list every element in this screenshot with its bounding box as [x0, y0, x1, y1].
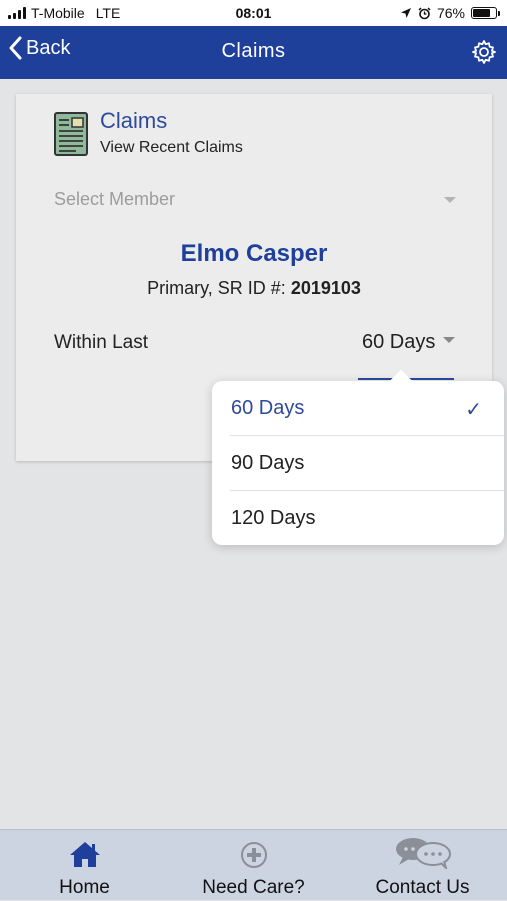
battery-percent: 76% [436, 5, 465, 21]
home-icon [69, 842, 100, 867]
days-select-value: 60 Days [362, 331, 436, 353]
gear-icon [472, 40, 496, 64]
member-select-placeholder: Select Member [54, 189, 176, 209]
tab-need-care[interactable]: Need Care? [169, 830, 338, 901]
plus-circle-icon [240, 842, 267, 868]
tab-bar: Home Need Care? Contact Us [0, 829, 507, 900]
tab-home[interactable]: Home [0, 830, 169, 901]
alarm-icon [418, 6, 431, 19]
days-select[interactable]: 60 Days [362, 331, 456, 354]
tab-label: Contact Us [375, 877, 470, 898]
status-right: 76% [400, 5, 500, 21]
option-label: 90 Days [231, 452, 305, 474]
tab-label: Need Care? [202, 877, 305, 898]
option-label: 120 Days [231, 507, 316, 529]
settings-button[interactable] [471, 39, 497, 70]
option-label: 60 Days [231, 397, 305, 419]
days-dropdown: 60 Days ✓ 90 Days 120 Days [212, 369, 504, 546]
tab-label: Home [59, 877, 110, 898]
page-title: Claims [221, 40, 286, 62]
member-name: Elmo Casper [180, 240, 328, 267]
card-heading: Claims [100, 108, 168, 133]
member-id-value: 2019103 [290, 278, 361, 298]
days-option-60[interactable]: 60 Days ✓ [212, 381, 504, 436]
member-select[interactable]: Select Member [54, 189, 456, 213]
within-last-label: Within Last [54, 332, 148, 353]
status-bar: T-Mobile LTE 08:01 76% [0, 0, 507, 26]
chat-bubbles-icon [395, 838, 451, 869]
checkmark-icon: ✓ [465, 399, 482, 421]
caret-down-icon [444, 197, 456, 203]
battery-icon [471, 7, 500, 19]
card-subheading: View Recent Claims [100, 139, 243, 156]
tab-contact-us[interactable]: Contact Us [338, 830, 507, 901]
nav-bar: Back Claims [0, 26, 507, 79]
days-option-120[interactable]: 120 Days [212, 491, 504, 546]
location-arrow-icon [400, 8, 411, 18]
member-id-label: Primary, SR ID #: [147, 278, 286, 298]
claims-document-icon [54, 112, 88, 156]
days-option-90[interactable]: 90 Days [212, 436, 504, 491]
caret-down-icon [443, 336, 456, 343]
member-id: Primary, SR ID #: 2019103 [16, 278, 492, 299]
